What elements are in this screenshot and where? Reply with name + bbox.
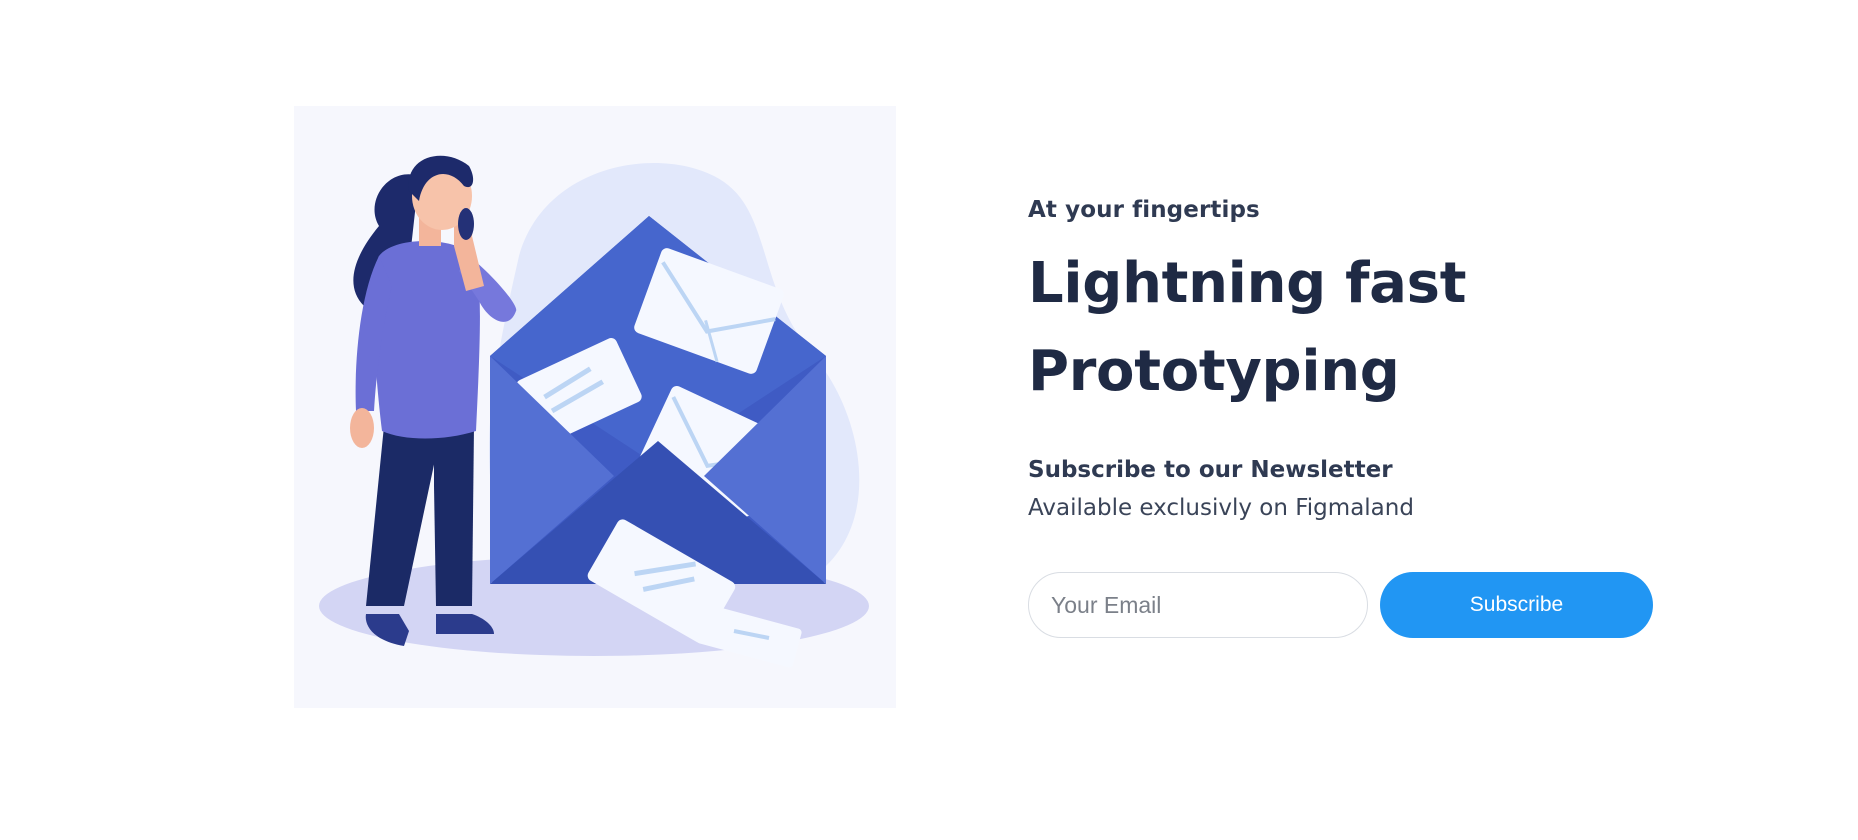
newsletter-illustration [294, 106, 896, 708]
newsletter-title: Subscribe to our Newsletter [1028, 457, 1393, 483]
woman-with-envelope-illustration [319, 155, 869, 668]
eyebrow-text: At your fingertips [1028, 197, 1260, 223]
headline-line-2: Prototyping [1028, 339, 1400, 404]
page: At your fingertips Lightning fast Protot… [0, 0, 1858, 840]
newsletter-description: Available exclusivly on Figmaland [1028, 495, 1414, 521]
email-input[interactable] [1028, 572, 1368, 638]
page-title: Lightning fast Prototyping [1028, 240, 1748, 416]
headline-line-1: Lightning fast [1028, 251, 1467, 316]
newsletter-content: At your fingertips Lightning fast Protot… [1028, 190, 1748, 638]
subscribe-button[interactable]: Subscribe [1380, 572, 1653, 638]
subscribe-form: Subscribe [1028, 572, 1748, 638]
